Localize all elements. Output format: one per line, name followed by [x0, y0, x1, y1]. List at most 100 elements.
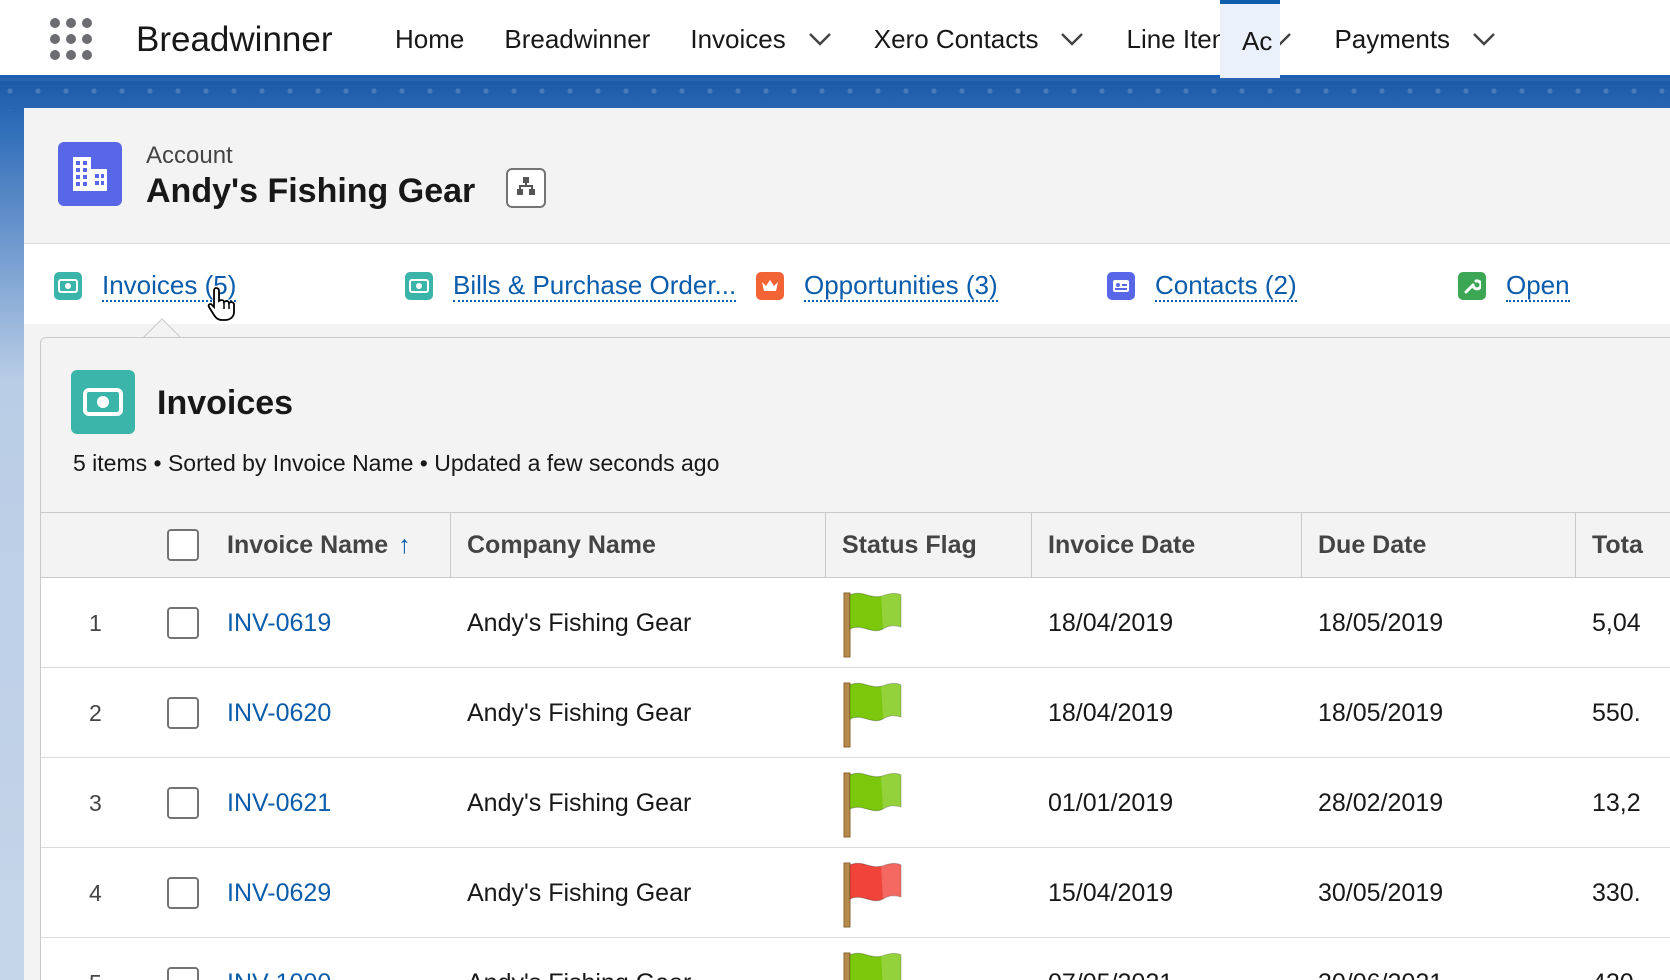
row-checkbox[interactable] — [167, 877, 199, 909]
column-header-invoice-name[interactable]: Invoice Name ↑ — [211, 513, 451, 577]
nav-item-label: Payments — [1334, 23, 1451, 54]
record-header: Account Andy's Fishing Gear — [24, 108, 1670, 244]
app-launcher-icon[interactable] — [50, 18, 92, 60]
company-name: Andy's Fishing Gear — [467, 698, 692, 727]
row-number: 3 — [89, 789, 102, 816]
column-header-invoice-date[interactable]: Invoice Date — [1032, 513, 1302, 577]
app-name: Breadwinner — [136, 20, 333, 59]
row-select — [167, 758, 199, 848]
money-icon — [405, 272, 433, 300]
row-number-header — [41, 513, 151, 577]
due-date: 30/06/2021 — [1318, 938, 1443, 980]
invoice-date: 18/04/2019 — [1048, 608, 1174, 637]
column-header-due-date[interactable]: Due Date — [1302, 513, 1576, 577]
table-row: 2 INV-0620 Andy's Fishing Gear 18/04/2019 18… — [41, 668, 1670, 758]
nav-items: Home Breadwinner Invoices Xero Contacts … — [395, 0, 1538, 78]
nav-item-label: Ac — [1242, 25, 1273, 56]
related-link-opportunities[interactable]: Opportunities (3) — [756, 270, 998, 302]
total-amount: 5,04 — [1592, 608, 1641, 637]
invoices-related-list: Invoices 5 items • Sorted by Invoice Nam… — [40, 337, 1670, 980]
wrench-icon — [1458, 272, 1486, 300]
column-header-total[interactable]: Tota — [1576, 513, 1670, 577]
column-header-label: Invoice Name — [227, 530, 389, 559]
row-checkbox[interactable] — [167, 967, 199, 980]
view-hierarchy-button[interactable] — [506, 168, 546, 208]
nav-item-label: Home — [395, 23, 465, 54]
column-header-label: Company Name — [467, 530, 656, 559]
nav-item-home[interactable]: Home — [395, 0, 464, 78]
background-pattern — [0, 81, 1670, 111]
global-nav: Breadwinner Home Breadwinner Invoices Xe… — [0, 0, 1670, 78]
nav-item-active-tab[interactable]: Ac — [1220, 0, 1280, 78]
column-header-status-flag[interactable]: Status Flag — [826, 513, 1032, 577]
select-all-header — [151, 513, 211, 577]
due-date: 28/02/2019 — [1318, 788, 1444, 817]
hierarchy-icon — [515, 175, 537, 202]
company-name: Andy's Fishing Gear — [467, 938, 691, 980]
column-header-label: Tota — [1592, 530, 1643, 559]
record-page: Account Andy's Fishing Gear Invoices (5) — [24, 108, 1670, 980]
status-flag-green-icon — [841, 938, 907, 980]
related-link-bills-purchase-orders[interactable]: Bills & Purchase Order... — [405, 270, 737, 302]
column-header-label: Status Flag — [842, 530, 977, 559]
related-link-open[interactable]: Open — [1458, 270, 1570, 302]
column-header-company-name[interactable]: Company Name — [451, 513, 826, 577]
chevron-down-icon[interactable] — [1470, 25, 1498, 53]
total-amount: 330. — [1592, 878, 1641, 907]
invoice-name-link[interactable]: INV-0629 — [227, 848, 331, 938]
row-number: 2 — [89, 699, 102, 726]
select-all-checkbox[interactable] — [167, 529, 199, 561]
row-number: 4 — [89, 879, 102, 906]
invoice-name-link[interactable]: INV-0621 — [227, 758, 331, 848]
hand-pointer-cursor-icon — [206, 286, 238, 327]
table-row: 4 INV-0629 Andy's Fishing Gear 15/04/2019 30… — [41, 848, 1670, 938]
invoice-date: 01/01/2019 — [1048, 788, 1174, 817]
chevron-down-icon[interactable] — [806, 25, 834, 53]
company-name: Andy's Fishing Gear — [467, 788, 692, 817]
row-select — [167, 578, 199, 668]
invoice-date: 07/05/2021 — [1048, 938, 1173, 980]
status-flag-green-icon — [841, 758, 907, 848]
status-flag-green-icon — [841, 578, 907, 668]
row-checkbox[interactable] — [167, 607, 199, 639]
total-amount: 13,2 — [1592, 788, 1641, 817]
sort-ascending-icon: ↑ — [398, 530, 411, 559]
row-select — [167, 848, 199, 938]
related-link-label: Opportunities (3) — [804, 270, 998, 302]
related-list-quick-links: Invoices (5) Bills & Purchase Order... O… — [24, 244, 1670, 324]
row-checkbox[interactable] — [167, 697, 199, 729]
table-row: 1 INV-0619 Andy's Fishing Gear 18/04/2019 18… — [41, 578, 1670, 668]
account-building-icon — [58, 142, 122, 206]
money-icon — [71, 370, 135, 434]
related-list-title: Invoices — [157, 384, 294, 422]
nav-item-payments[interactable]: Payments — [1334, 0, 1498, 78]
invoice-name-link[interactable]: INV-0619 — [227, 578, 331, 668]
row-select — [167, 938, 199, 980]
nav-item-xero-contacts[interactable]: Xero Contacts — [874, 0, 1087, 78]
invoice-name-link[interactable]: INV-0620 — [227, 668, 331, 758]
nav-item-label: Xero Contacts — [873, 23, 1039, 54]
nav-item-label: Breadwinner — [504, 23, 651, 54]
row-number: 5 — [89, 938, 102, 980]
nav-item-label: Invoices — [690, 23, 786, 54]
table-row: 5 INV-1000 Andy's Fishing Gear 07/05/2021 30… — [41, 938, 1670, 980]
record-name: Andy's Fishing Gear — [146, 172, 476, 210]
related-link-label: Contacts (2) — [1155, 270, 1297, 302]
due-date: 18/05/2019 — [1318, 608, 1444, 637]
related-link-label: Open — [1506, 270, 1570, 302]
related-link-label: Bills & Purchase Order... — [453, 270, 737, 302]
total-amount: 550. — [1592, 698, 1641, 727]
chevron-down-icon[interactable] — [1058, 25, 1086, 53]
column-header-label: Due Date — [1318, 530, 1427, 559]
money-icon — [54, 272, 82, 300]
table-row: 3 INV-0621 Andy's Fishing Gear 01/01/2019 28… — [41, 758, 1670, 848]
nav-item-invoices[interactable]: Invoices — [690, 0, 833, 78]
nav-item-breadwinner[interactable]: Breadwinner — [504, 0, 650, 78]
column-header-label: Invoice Date — [1048, 530, 1196, 559]
row-checkbox[interactable] — [167, 787, 199, 819]
record-type-label: Account — [146, 142, 233, 169]
due-date: 30/05/2019 — [1318, 878, 1444, 907]
contact-card-icon — [1107, 272, 1135, 300]
related-link-contacts[interactable]: Contacts (2) — [1107, 270, 1297, 302]
invoice-name-link[interactable]: INV-1000 — [227, 938, 331, 980]
